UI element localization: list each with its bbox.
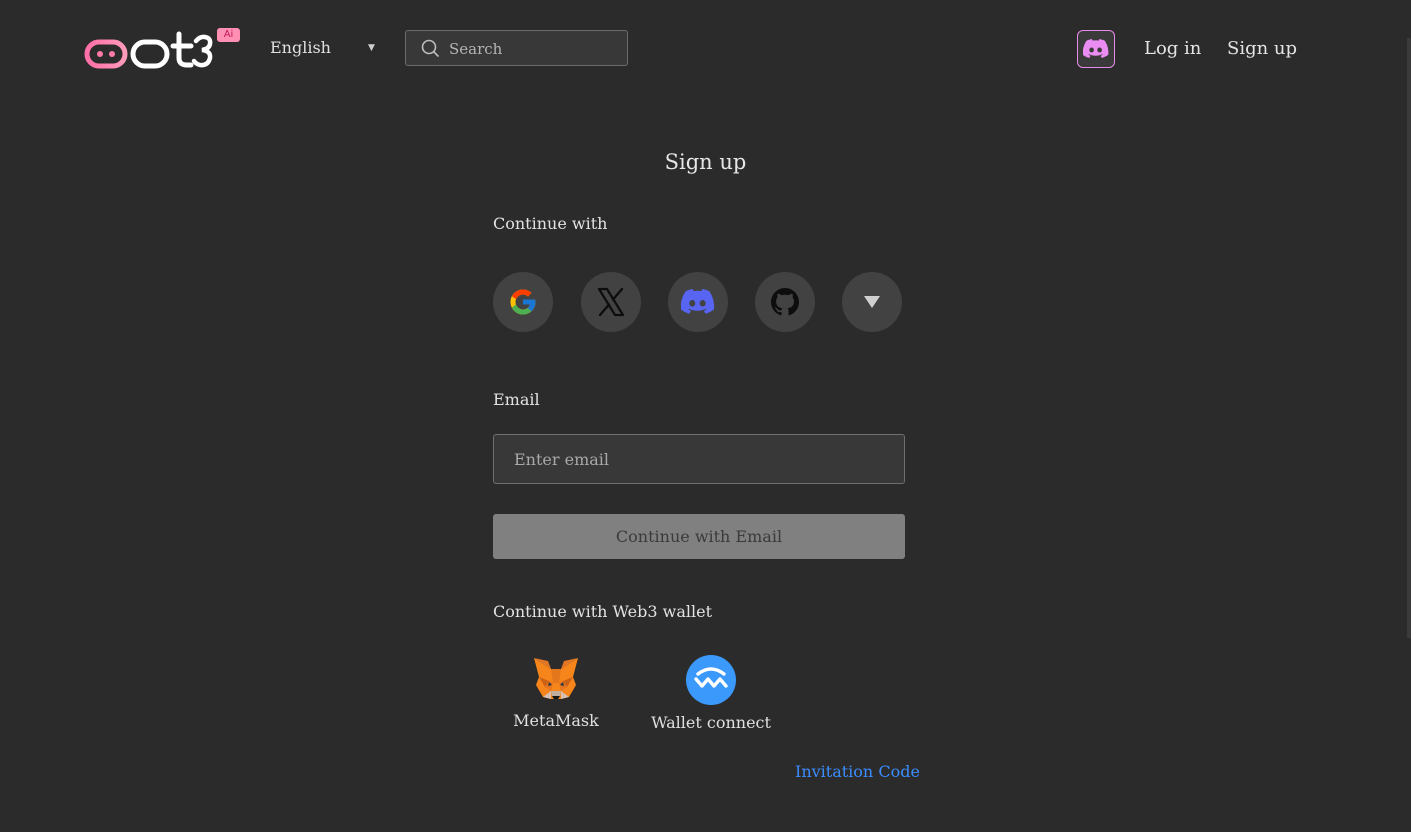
more-providers-button[interactable]	[842, 272, 902, 332]
walletconnect-label: Wallet connect	[651, 713, 771, 732]
email-label: Email	[493, 390, 540, 409]
metamask-wallet-option[interactable]: MetaMask	[510, 655, 602, 730]
google-icon	[510, 289, 536, 315]
search-icon	[421, 39, 439, 57]
github-icon	[771, 288, 799, 316]
top-header: Ai English ▼ Log in Sign up	[0, 0, 1411, 100]
walletconnect-icon	[686, 655, 736, 705]
scrollbar[interactable]	[1407, 38, 1411, 638]
google-login-button[interactable]	[493, 272, 553, 332]
invitation-code-link[interactable]: Invitation Code	[795, 762, 920, 781]
search-box[interactable]	[405, 30, 628, 66]
triangle-down-icon	[864, 296, 880, 308]
walletconnect-wallet-option[interactable]: Wallet connect	[651, 655, 771, 732]
bot3-logo[interactable]: Ai	[83, 28, 243, 70]
discord-icon	[681, 289, 715, 314]
continue-with-email-button[interactable]: Continue with Email	[493, 514, 905, 559]
chevron-down-icon[interactable]: ▼	[368, 43, 375, 53]
search-input[interactable]	[449, 38, 619, 60]
language-selector[interactable]: English	[270, 38, 331, 57]
x-login-button[interactable]	[581, 272, 641, 332]
discord-login-button[interactable]	[668, 272, 728, 332]
email-field[interactable]	[493, 434, 905, 484]
discord-community-button[interactable]	[1077, 30, 1115, 68]
page-title: Sign up	[664, 150, 747, 174]
github-login-button[interactable]	[755, 272, 815, 332]
web3-wallet-label: Continue with Web3 wallet	[493, 602, 713, 621]
metamask-label: MetaMask	[513, 711, 599, 730]
login-link[interactable]: Log in	[1144, 38, 1201, 59]
signup-link[interactable]: Sign up	[1227, 38, 1297, 59]
discord-icon	[1083, 39, 1109, 58]
continue-with-label: Continue with	[493, 214, 608, 233]
logo-badge: Ai	[217, 28, 240, 42]
metamask-fox-icon	[534, 658, 578, 699]
x-twitter-icon	[597, 287, 625, 317]
